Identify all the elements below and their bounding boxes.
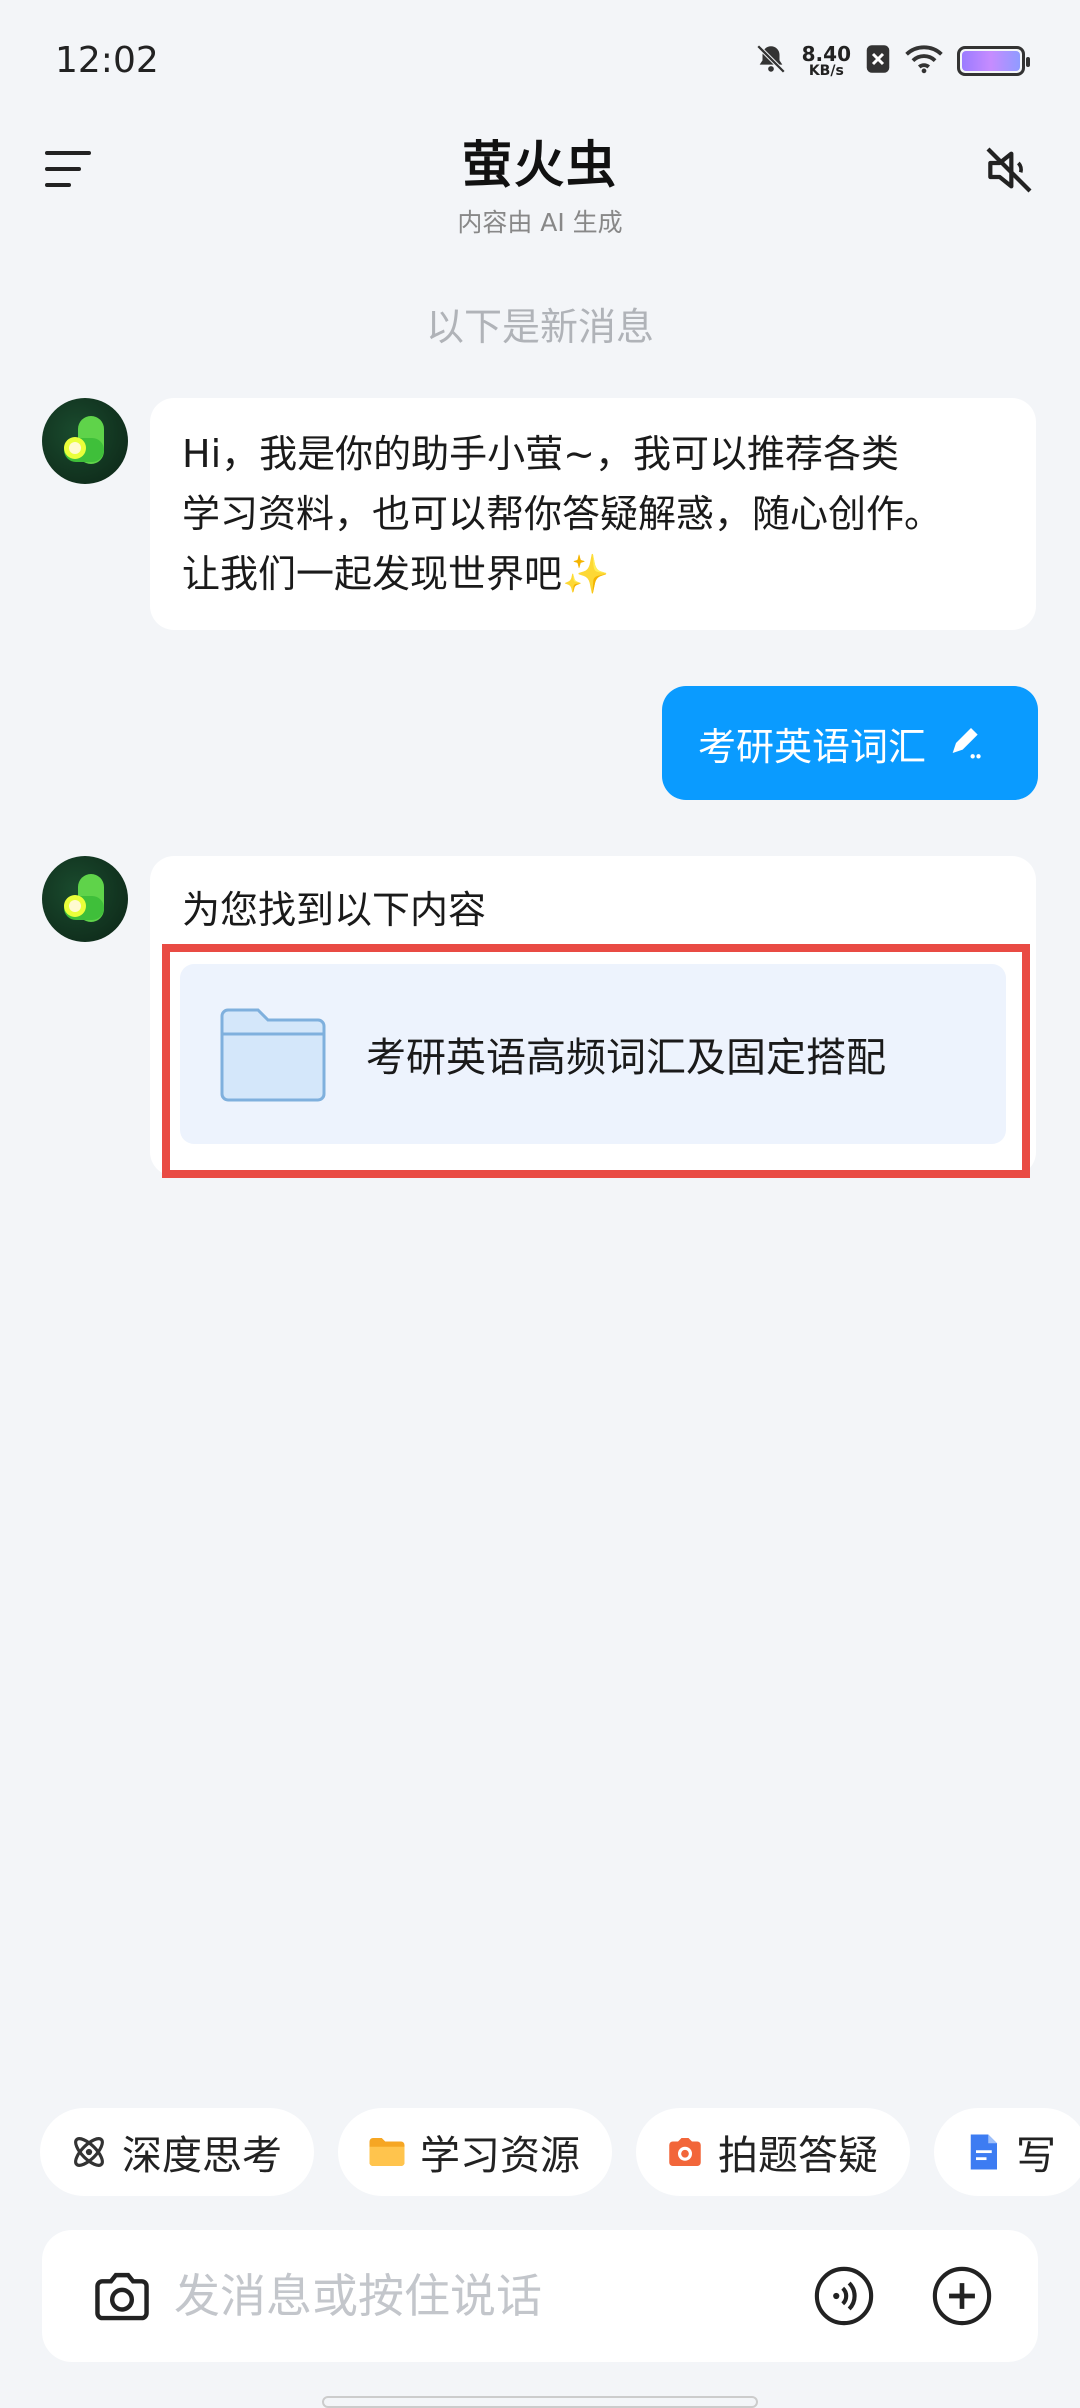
assistant-avatar[interactable] [42,856,128,942]
net-speed: 8.40 KB/s [802,44,851,78]
file-name: 考研英语高频词汇及固定搭配 [366,1035,886,1081]
firefly-logo-icon [64,874,104,922]
assistant-avatar[interactable] [42,398,128,484]
chip-study-resources[interactable]: 学习资源 [338,2108,612,2196]
add-button[interactable] [930,2264,994,2328]
net-speed-unit: KB/s [808,63,844,79]
chat-screen: 12:02 8.40 KB/s 萤火虫 内容由 AI 生成 以下是新消息 Hi，… [0,0,1080,2408]
chat-header: 萤火虫 内容由 AI 生成 [0,125,1080,237]
message-line: 让我们一起发现世界吧✨ [182,552,610,596]
camera-button[interactable] [90,2264,154,2328]
net-speed-value: 8.40 [801,42,851,66]
message-line: 学习资料，也可以帮你答疑解惑，随心创作。 [182,492,943,536]
plus-icon [932,2266,992,2326]
camera-icon [95,2272,149,2321]
file-card[interactable]: 考研英语高频词汇及固定搭配 [180,964,1006,1144]
voice-icon [814,2266,874,2326]
message-input[interactable] [174,2269,812,2323]
battery-icon [957,46,1030,76]
chip-label: 拍题答疑 [718,2133,878,2179]
wifi-icon [905,44,943,78]
quick-action-chips: 深度思考 学习资源 拍题答疑 写 [40,2108,1080,2196]
folder-icon [369,2138,405,2166]
message-line: Hi，我是你的助手小萤~，我可以推荐各类 [182,432,899,476]
status-bar: 12:02 8.40 KB/s [0,0,1080,125]
message-text: 为您找到以下内容 [182,888,487,932]
sim-x-icon [865,44,891,78]
status-icons: 8.40 KB/s [754,42,1030,80]
speaker-mute-button[interactable] [976,137,1042,203]
assistant-message-bubble: Hi，我是你的助手小萤~，我可以推荐各类 学习资料，也可以帮你答疑解惑，随心创作… [150,398,1036,630]
message-input-bar [42,2230,1038,2362]
new-messages-divider: 以下是新消息 [425,305,654,349]
speaker-mute-icon [986,147,1032,193]
status-time: 12:02 [55,40,159,81]
chip-label: 深度思考 [122,2133,282,2179]
ai-generated-note: 内容由 AI 生成 [457,208,623,237]
atom-icon [74,2137,104,2167]
chip-label: 学习资源 [420,2133,580,2179]
home-indicator[interactable] [322,2396,758,2408]
chip-photo-question[interactable]: 拍题答疑 [636,2108,910,2196]
chip-writing[interactable]: 写 [934,2108,1080,2196]
firefly-logo-icon [64,416,104,464]
document-icon [970,2134,997,2170]
page-title: 萤火虫 [462,136,618,194]
chip-deep-thinking[interactable]: 深度思考 [40,2108,314,2196]
voice-button[interactable] [812,2264,876,2328]
camera-icon [669,2138,701,2166]
user-message-text: 考研英语词汇 [698,724,927,769]
folder-icon [220,1008,326,1102]
title-block: 萤火虫 内容由 AI 生成 [0,125,1080,239]
edit-icon[interactable] [946,723,986,763]
chip-label: 写 [1016,2133,1056,2179]
bell-off-icon [754,42,788,80]
user-message-bubble[interactable]: 考研英语词汇 [662,686,1038,800]
